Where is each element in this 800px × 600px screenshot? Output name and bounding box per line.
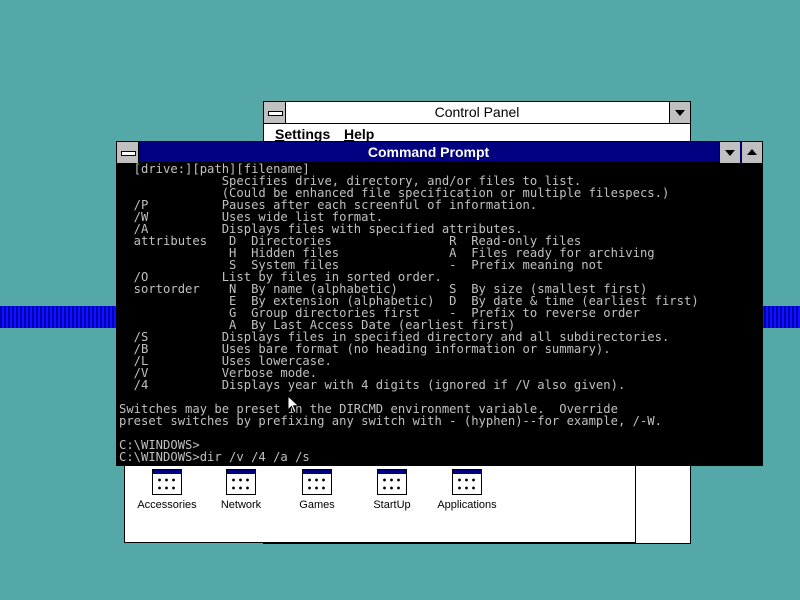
group-label: Network xyxy=(220,499,262,511)
program-group-icon xyxy=(452,469,482,495)
control-menu-icon[interactable] xyxy=(264,102,286,123)
mouse-pointer-icon xyxy=(287,395,300,414)
console-line: /4 Displays year with 4 digits (ignored … xyxy=(119,378,626,392)
control-menu-icon[interactable] xyxy=(117,142,139,163)
maximize-icon[interactable] xyxy=(741,142,762,163)
group-label: Accessories xyxy=(137,499,197,511)
control-panel-title: Control Panel xyxy=(434,104,520,120)
group-games[interactable]: Games xyxy=(277,469,357,511)
console-line: C:\WINDOWS>dir /v /4 /a /s _ xyxy=(119,450,325,463)
minimize-icon[interactable] xyxy=(719,142,740,163)
group-applications[interactable]: Applications xyxy=(427,469,507,511)
program-group-icon xyxy=(226,469,256,495)
console-area[interactable]: [drive:][path][filename] Specifies drive… xyxy=(119,163,760,463)
group-label: Applications xyxy=(437,499,497,511)
console-line: preset switches by prefixing any switch … xyxy=(119,414,662,428)
control-panel-titlebar[interactable]: Control Panel xyxy=(264,102,690,124)
program-group-icon xyxy=(302,469,332,495)
console-output: [drive:][path][filename] Specifies drive… xyxy=(119,163,760,463)
command-prompt-title: Command Prompt xyxy=(367,144,490,160)
program-group-icon xyxy=(152,469,182,495)
minimize-icon[interactable] xyxy=(669,102,690,123)
group-startup[interactable]: StartUp xyxy=(352,469,432,511)
program-manager-groups: Accessories Network Games StartUp Applic… xyxy=(124,463,636,543)
group-accessories[interactable]: Accessories xyxy=(127,469,207,511)
group-label: Games xyxy=(299,499,335,511)
command-prompt-window[interactable]: Command Prompt [drive:][path][filename] … xyxy=(116,141,763,466)
command-prompt-titlebar[interactable]: Command Prompt xyxy=(117,142,762,163)
group-label: StartUp xyxy=(373,499,411,511)
group-network[interactable]: Network xyxy=(201,469,281,511)
program-group-icon xyxy=(377,469,407,495)
